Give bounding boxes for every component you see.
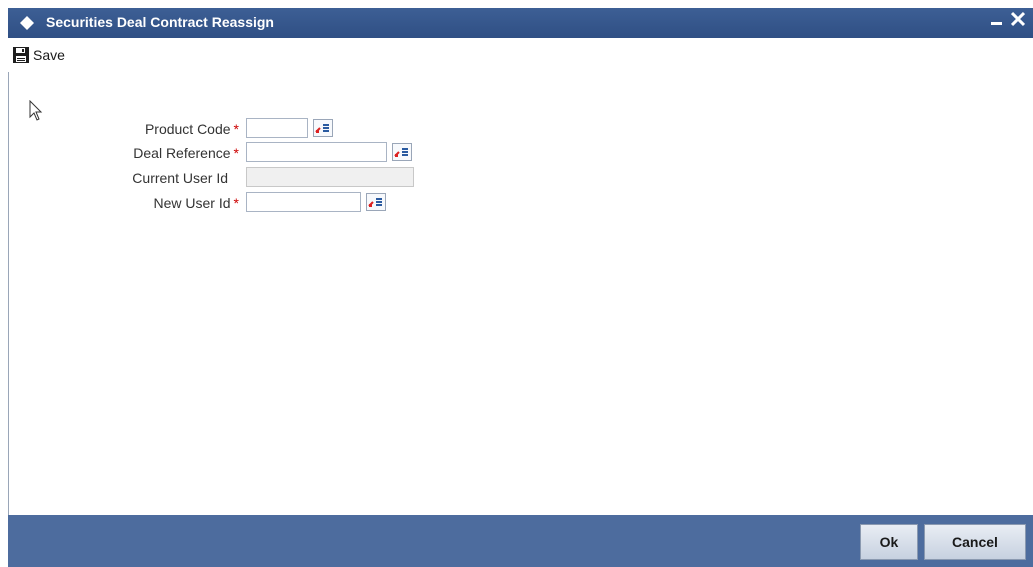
window-title: Securities Deal Contract Reassign [46,14,274,30]
current-user-id-label: Current User Id [132,170,228,186]
dialog-window: Securities Deal Contract Reassign Save P… [0,0,1033,567]
form-area: Product Code * Deal Reference * Current Us… [8,72,1033,515]
button-bar: Ok Cancel [8,515,1033,567]
product-code-lookup-button[interactable] [313,119,333,137]
required-marker: * [233,195,239,211]
title-bar: Securities Deal Contract Reassign [8,8,1033,38]
current-user-id-input [246,167,414,187]
list-of-values-icon [368,198,382,207]
cancel-button[interactable]: Cancel [924,524,1026,560]
current-user-id-label-row: Current User Id [9,167,231,189]
deal-reference-label-row: Deal Reference * [9,142,239,164]
list-of-values-icon [315,124,329,133]
save-button[interactable]: Save [12,44,65,66]
product-code-input[interactable] [246,118,308,138]
required-marker: * [233,145,239,161]
save-label: Save [33,47,65,63]
floppy-disk-icon [13,47,29,63]
new-user-id-label-row: New User Id * [9,192,239,214]
toolbar: Save [8,38,1033,72]
ok-button[interactable]: Ok [860,524,918,560]
minimize-icon [991,22,1002,25]
new-user-id-lookup-button[interactable] [366,193,386,211]
diamond-icon [20,16,34,30]
deal-reference-label: Deal Reference * [133,145,239,161]
product-code-label-row: Product Code * [9,118,239,140]
close-button[interactable] [1010,8,1026,36]
deal-reference-input[interactable] [246,142,387,162]
minimize-button[interactable] [991,9,1003,35]
close-icon [1010,11,1026,27]
product-code-label: Product Code * [144,121,239,137]
deal-reference-lookup-button[interactable] [392,143,412,161]
list-of-values-icon [394,148,408,157]
new-user-id-label: New User Id * [153,195,239,211]
required-marker: * [233,121,239,137]
new-user-id-input[interactable] [246,192,361,212]
